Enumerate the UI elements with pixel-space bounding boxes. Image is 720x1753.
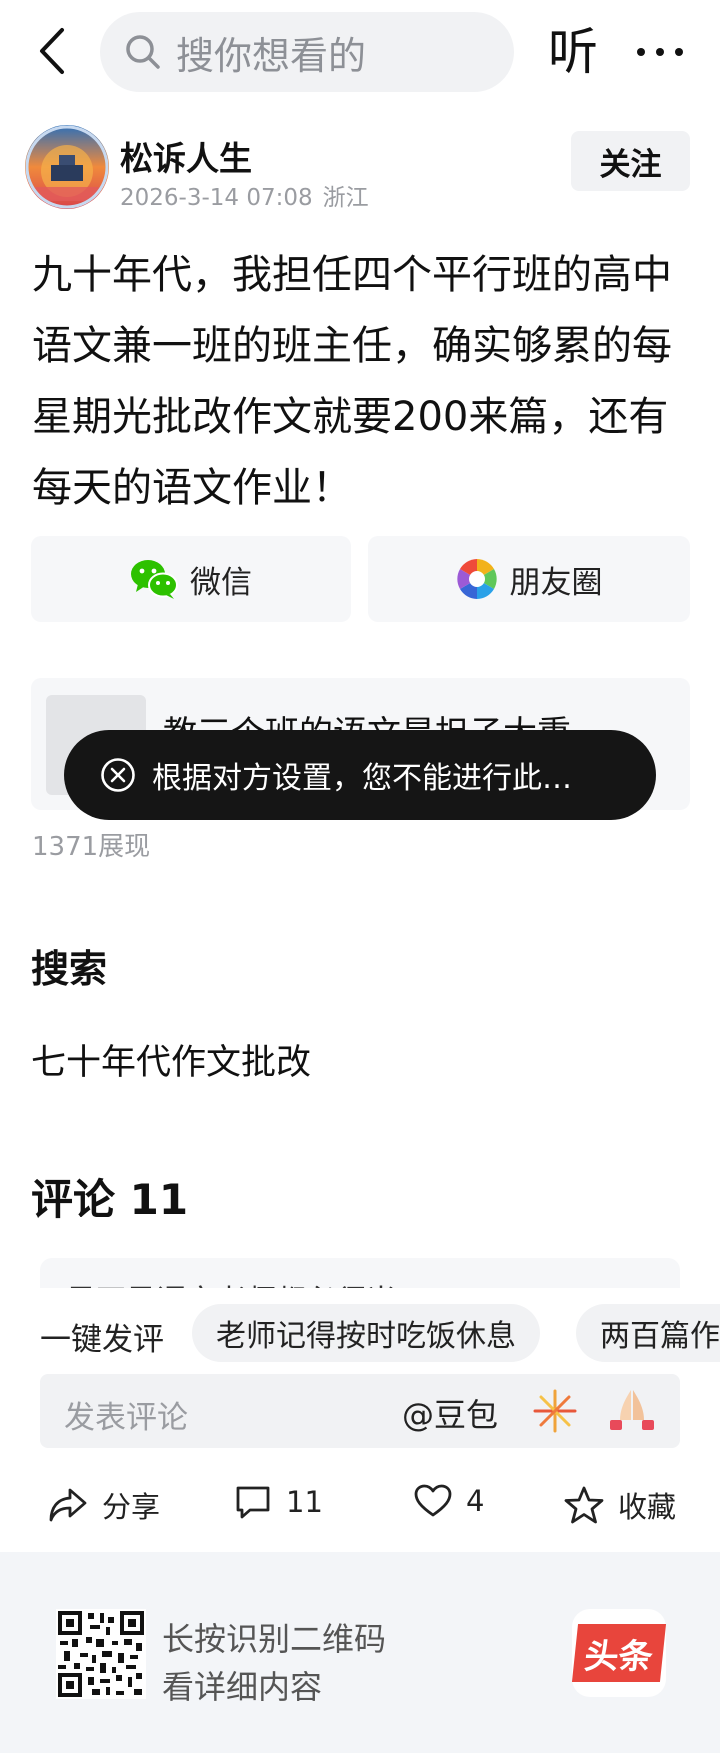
- back-button[interactable]: [30, 22, 74, 80]
- fireworks-emoji-icon[interactable]: [532, 1388, 578, 1434]
- author-name[interactable]: 松诉人生: [120, 132, 252, 180]
- avatar[interactable]: [25, 125, 109, 209]
- comment-bubble-icon: [236, 1486, 270, 1519]
- footer-hint-line1: 长按识别二维码: [162, 1620, 387, 1658]
- quick-reply-label: 一键发评: [40, 1322, 164, 1358]
- share-wechat-button[interactable]: 微信: [31, 536, 351, 622]
- share-label: 分享: [102, 1490, 161, 1524]
- error-toast: 根据对方设置，您不能进行此…: [64, 730, 656, 820]
- pray-emoji-icon[interactable]: [608, 1386, 656, 1434]
- toutiao-logo: 头条: [571, 1609, 667, 1697]
- comment-input[interactable]: 发表评论 @豆包: [40, 1374, 680, 1448]
- toutiao-logo-text: 头条: [571, 1624, 667, 1682]
- quick-reply-chip[interactable]: 老师记得按时吃饭休息: [192, 1304, 540, 1362]
- follow-button[interactable]: 关注: [571, 131, 690, 191]
- star-icon: [564, 1486, 604, 1524]
- moments-icon: [456, 559, 497, 599]
- like-button[interactable]: 4: [414, 1484, 484, 1518]
- toast-message: 根据对方设置，您不能进行此…: [152, 761, 572, 796]
- view-count: 1371展现: [32, 832, 151, 862]
- heart-icon: [414, 1484, 452, 1517]
- listen-button[interactable]: 听: [548, 18, 598, 86]
- avatar-image: [25, 125, 109, 209]
- share-moments-button[interactable]: 朋友圈: [368, 536, 690, 622]
- search-suggestion[interactable]: 七十年代作文批改: [31, 1034, 311, 1085]
- search-input[interactable]: 搜你想看的: [100, 12, 514, 92]
- wechat-icon: [131, 560, 178, 599]
- favorite-button[interactable]: 收藏: [564, 1484, 676, 1526]
- post-date: 2026-3-14 07:08: [120, 185, 313, 211]
- comment-count: 11: [286, 1485, 323, 1519]
- comments-title: 评论 11: [31, 1175, 189, 1224]
- qr-code-image: [56, 1609, 146, 1699]
- comment-button[interactable]: 11: [234, 1484, 323, 1520]
- close-circle-icon: [101, 758, 135, 792]
- more-button[interactable]: [632, 24, 688, 80]
- search-placeholder: 搜你想看的: [176, 33, 367, 78]
- share-wechat-label: 微信: [190, 564, 252, 601]
- post-location: 浙江: [322, 185, 369, 211]
- mention-doubao-button[interactable]: @豆包: [402, 1390, 498, 1436]
- quick-reply-chip[interactable]: 两百篇作文: [576, 1304, 720, 1362]
- bottom-action-bar: 分享 11 4 收藏: [0, 1470, 720, 1550]
- quick-reply-row: 一键发评 老师记得按时吃饭休息 两百篇作文: [0, 1288, 720, 1378]
- footer-hint-line2: 看详细内容: [162, 1668, 323, 1706]
- footer-banner: 长按识别二维码 看详细内容 头条: [0, 1552, 720, 1753]
- back-arrow-icon: [40, 28, 64, 74]
- more-dots-icon: [637, 48, 683, 56]
- top-bar: 搜你想看的 听: [0, 0, 720, 104]
- search-icon: [126, 35, 160, 69]
- share-arrow-icon: [49, 1488, 87, 1522]
- comment-placeholder: 发表评论: [64, 1400, 188, 1436]
- share-button[interactable]: 分享: [48, 1484, 160, 1526]
- like-count: 4: [466, 1484, 485, 1518]
- search-section-title: 搜索: [31, 947, 108, 991]
- share-moments-label: 朋友圈: [509, 564, 603, 601]
- post-meta: 2026-3-14 07:08 浙江: [120, 178, 379, 212]
- favorite-label: 收藏: [618, 1490, 677, 1524]
- post-body: 九十年代，我担任四个平行班的高中语文兼一班的班主任，确实够累的每星期光批改作文就…: [32, 252, 672, 511]
